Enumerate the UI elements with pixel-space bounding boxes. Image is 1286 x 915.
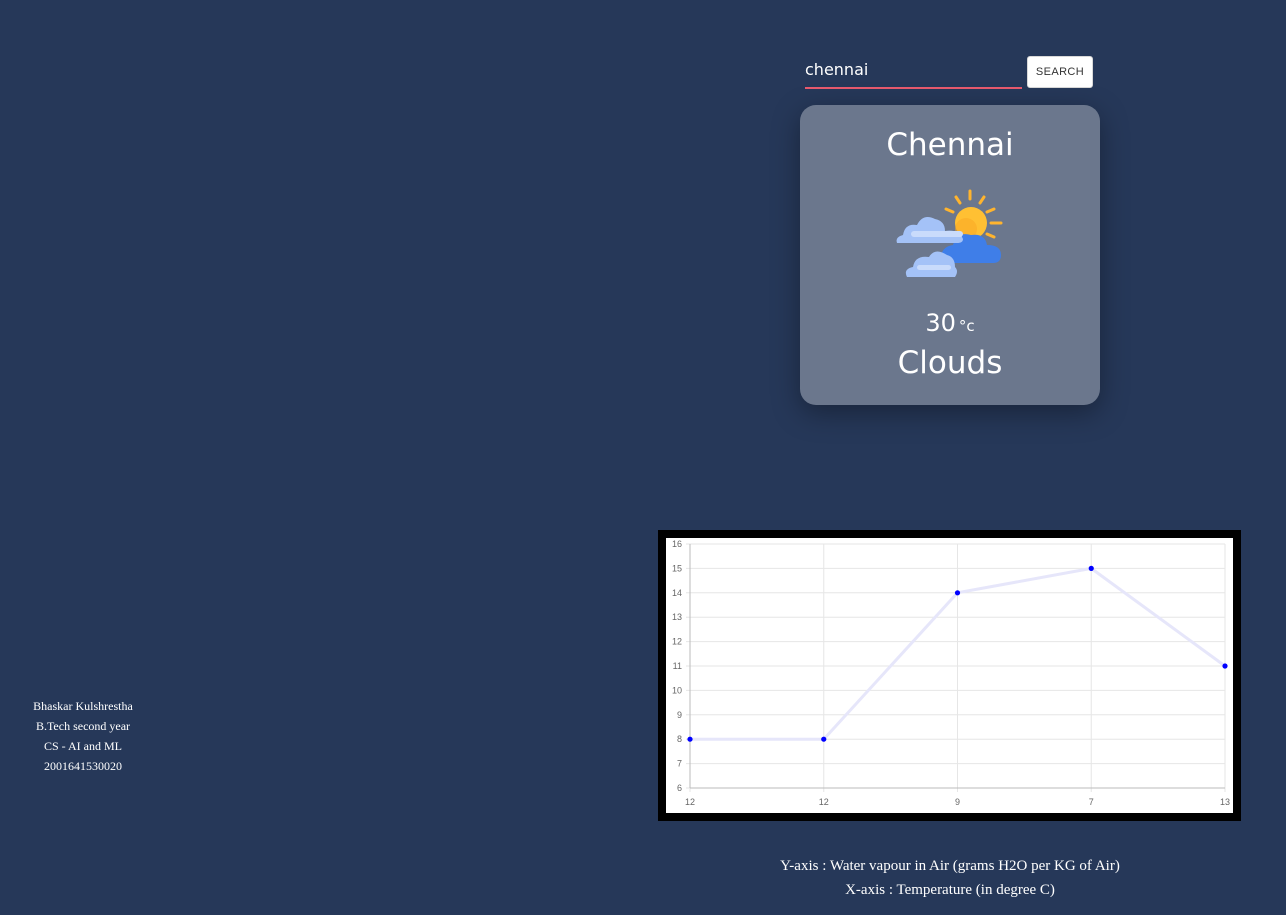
y-tick-label: 10 xyxy=(672,685,682,695)
data-point xyxy=(1222,663,1228,669)
y-tick-label: 11 xyxy=(673,661,682,671)
temperature-unit: °c xyxy=(958,317,975,335)
search-button[interactable]: SEARCH xyxy=(1027,56,1093,88)
x-tick-label: 13 xyxy=(1220,797,1230,807)
y-tick-label: 16 xyxy=(672,539,682,549)
author-roll: 2001641530020 xyxy=(44,759,122,773)
x-tick-label: 7 xyxy=(1089,797,1094,807)
x-axis-caption: X-axis : Temperature (in degree C) xyxy=(845,882,1055,898)
y-tick-label: 13 xyxy=(672,612,682,622)
y-tick-label: 12 xyxy=(672,637,682,647)
author-branch: CS - AI and ML xyxy=(44,739,122,753)
axis-captions: Y-axis : Water vapour in Air (grams H2O … xyxy=(650,854,1250,902)
y-tick-label: 8 xyxy=(677,734,682,744)
data-point xyxy=(954,590,961,596)
chart-area: 6 7 8 9 10 11 12 13 14 15 16 12 12 9 7 13 xyxy=(666,538,1233,813)
data-point xyxy=(1088,565,1094,571)
x-tick-label: 12 xyxy=(819,797,829,807)
y-tick-label: 9 xyxy=(677,710,682,720)
weather-card: Chennai 30 °c Clouds xyxy=(800,105,1100,405)
y-tick-label: 7 xyxy=(677,759,682,769)
y-tick-label: 15 xyxy=(672,563,682,573)
city-name: Chennai xyxy=(886,127,1014,163)
temperature-value: 30 xyxy=(925,309,956,337)
author-course: B.Tech second year xyxy=(35,719,131,733)
weather-condition: Clouds xyxy=(897,345,1003,381)
author-info: Bhaskar Kulshrestha B.Tech second year C… xyxy=(8,696,158,776)
data-point xyxy=(821,736,827,742)
data-point xyxy=(687,736,693,742)
y-tick-label: 6 xyxy=(677,783,682,793)
y-tick-label: 14 xyxy=(672,588,682,598)
search-input[interactable] xyxy=(805,55,1022,89)
author-name: Bhaskar Kulshrestha xyxy=(33,699,133,713)
partly-cloudy-icon xyxy=(893,185,1007,283)
temperature: 30 °c xyxy=(800,305,1100,344)
y-axis-caption: Y-axis : Water vapour in Air (grams H2O … xyxy=(780,858,1120,874)
x-tick-label: 9 xyxy=(955,797,960,807)
line-chart: 6 7 8 9 10 11 12 13 14 15 16 12 12 9 7 13 xyxy=(672,539,1230,807)
x-tick-label: 12 xyxy=(685,797,695,807)
